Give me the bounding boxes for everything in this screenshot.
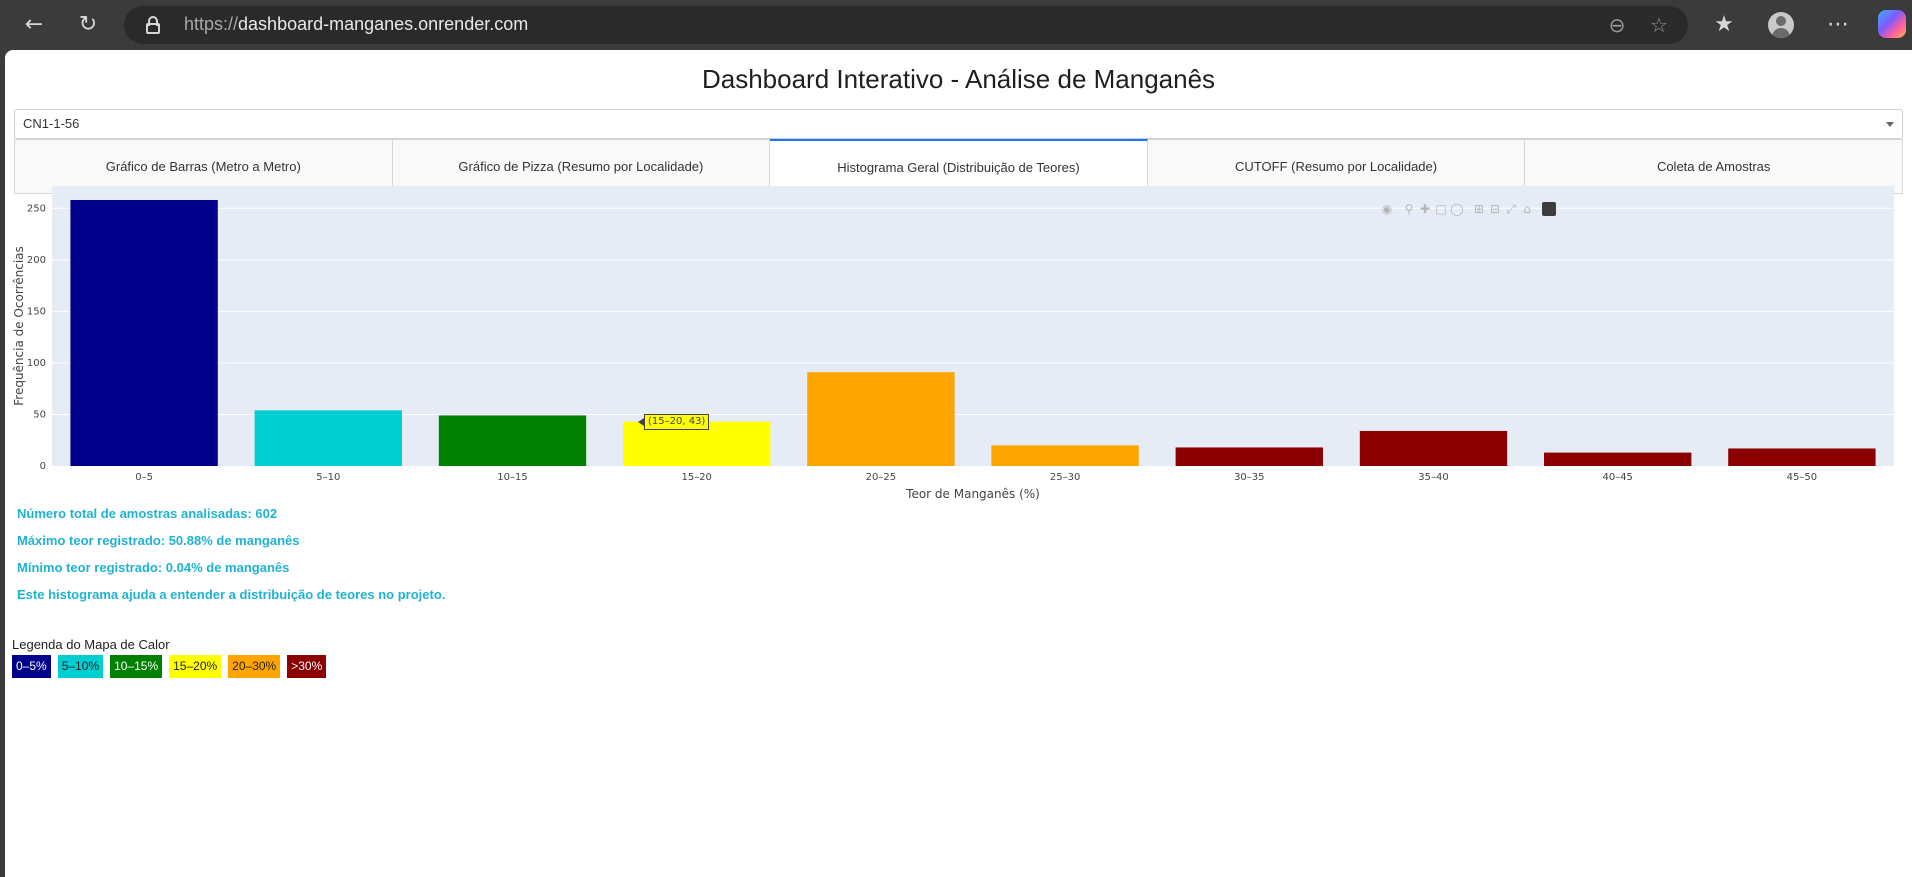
- stat-min-grade: Mínimo teor registrado: 0.04% de manganê…: [17, 560, 290, 575]
- zoom-icon[interactable]: ⚲: [1402, 202, 1416, 216]
- back-arrow-icon[interactable]: ←: [18, 9, 50, 41]
- lasso-select-icon[interactable]: ◯: [1450, 202, 1464, 216]
- heatmap-legend-title: Legenda do Mapa de Calor: [12, 637, 170, 652]
- camera-icon[interactable]: ◉: [1380, 202, 1394, 216]
- address-bar[interactable]: https://dashboard-manganes.onrender.com …: [124, 6, 1688, 44]
- x-tick-label: 0–5: [135, 472, 153, 483]
- favorites-icon[interactable]: ★: [1708, 9, 1740, 41]
- reset-axes-icon[interactable]: ⌂: [1520, 202, 1534, 216]
- lock-icon[interactable]: [146, 16, 160, 34]
- x-tick-label: 45–50: [1787, 472, 1817, 483]
- y-tick-label: 250: [27, 203, 46, 214]
- y-axis-title: Frequência de Ocorrências: [12, 246, 26, 406]
- y-tick-label: 50: [33, 409, 46, 420]
- stats-panel: Número total de amostras analisadas: 602…: [17, 504, 445, 612]
- plotly-logo-icon[interactable]: [1542, 202, 1556, 216]
- histogram-bar: [807, 372, 955, 466]
- x-tick-label: 5–10: [316, 472, 340, 483]
- y-tick-label: 200: [27, 255, 46, 266]
- histogram-bar: [1728, 448, 1876, 466]
- x-tick-label: 10–15: [497, 472, 527, 483]
- x-axis-title: Teor de Manganês (%): [905, 487, 1040, 501]
- histogram-chart: 0 50 100 150 200 250 0–5 5–10 10–15 15–20 20–25 25–…: [12, 186, 1894, 501]
- y-tick-label: 150: [27, 306, 46, 317]
- profile-avatar[interactable]: [1768, 12, 1794, 38]
- legend-chip: >30%: [287, 655, 327, 678]
- y-tick-label: 100: [27, 358, 46, 369]
- x-tick-label: 20–25: [866, 472, 896, 483]
- chart-modebar: ◉ ⚲ ✚ □ ◯ ⊞ ⊟ ⤢ ⌂: [1375, 202, 1905, 218]
- x-tick-label: 35–40: [1418, 472, 1448, 483]
- stat-description: Este histograma ajuda a entender a distr…: [17, 587, 446, 602]
- legend-chip: 5–10%: [57, 655, 104, 678]
- histogram-bar: [70, 200, 218, 466]
- copilot-icon[interactable]: [1878, 10, 1906, 38]
- heatmap-legend: 0–5% 5–10% 10–15% 15–20% 20–30% >30%: [12, 655, 327, 678]
- zoom-out-icon[interactable]: ⊟: [1488, 202, 1502, 216]
- histogram-bar: [438, 415, 587, 466]
- legend-chip: 15–20%: [169, 655, 222, 678]
- box-select-icon[interactable]: □: [1434, 202, 1448, 216]
- histogram-bar: [1175, 447, 1323, 466]
- x-tick-label: 15–20: [681, 472, 711, 483]
- hover-label: (15–20, 43): [637, 414, 710, 430]
- x-tick-label: 25–30: [1050, 472, 1080, 483]
- histogram-bar: [991, 445, 1139, 466]
- zoom-out-icon[interactable]: ⊖: [1602, 10, 1632, 40]
- x-tick-label: 30–35: [1234, 472, 1264, 483]
- histogram-bar: [1359, 430, 1508, 466]
- favorite-star-icon[interactable]: ☆: [1644, 10, 1674, 40]
- stat-max-grade: Máximo teor registrado: 50.88% de mangan…: [17, 533, 300, 548]
- reload-icon[interactable]: ↻: [72, 9, 104, 41]
- zoom-in-icon[interactable]: ⊞: [1472, 202, 1486, 216]
- stat-total-samples: Número total de amostras analisadas: 602: [17, 506, 278, 521]
- browser-toolbar: ← ↻ https://dashboard-manganes.onrender.…: [0, 0, 1912, 50]
- y-tick-label: 0: [40, 461, 46, 472]
- more-options-icon[interactable]: ⋯: [1822, 9, 1854, 41]
- pan-icon[interactable]: ✚: [1418, 202, 1432, 216]
- legend-chip: 20–30%: [228, 655, 281, 678]
- histogram-bar: [254, 410, 402, 466]
- legend-chip: 10–15%: [110, 655, 163, 678]
- histogram-bar: [1544, 452, 1692, 466]
- autoscale-icon[interactable]: ⤢: [1504, 202, 1518, 216]
- url-text[interactable]: https://dashboard-manganes.onrender.com: [184, 14, 528, 35]
- page-content: Dashboard Interativo - Análise de Mangan…: [5, 50, 1912, 877]
- legend-chip: 0–5%: [12, 655, 51, 678]
- x-tick-label: 40–45: [1602, 472, 1632, 483]
